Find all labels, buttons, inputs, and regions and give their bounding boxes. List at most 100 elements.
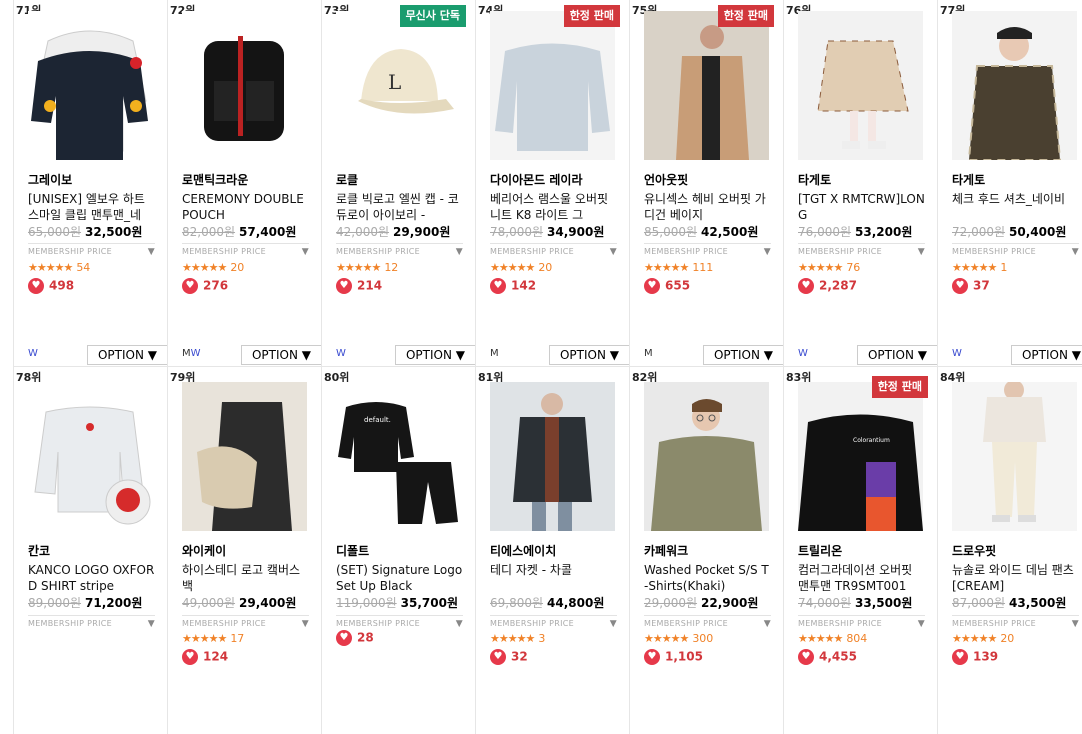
product-name[interactable]: (SET) Signature Logo Set Up Black xyxy=(336,562,463,594)
like-count[interactable]: ♥ 276 xyxy=(182,278,228,294)
product-card[interactable]: 81위 티에스에이치 테디 자켓 - 차콜 69,800원 44,800원 MEM… xyxy=(475,367,629,734)
heart-icon[interactable]: ♥ xyxy=(336,278,352,294)
membership-price-toggle[interactable]: MEMBERSHIP PRICE ▼ xyxy=(798,243,925,257)
product-card[interactable]: 82위 카페워크 Washed Pocket S/S T-Shirts(Khak… xyxy=(629,367,783,734)
like-count[interactable]: ♥ 32 xyxy=(490,649,528,665)
membership-price-toggle[interactable]: MEMBERSHIP PRICE ▼ xyxy=(28,243,155,257)
like-count[interactable]: ♥ 1,105 xyxy=(644,649,703,665)
product-image[interactable] xyxy=(952,11,1077,160)
brand-name[interactable]: 칸코 xyxy=(28,542,50,559)
like-count[interactable]: ♥ 124 xyxy=(182,649,228,665)
membership-price-toggle[interactable]: MEMBERSHIP PRICE ▼ xyxy=(182,615,309,629)
membership-price-toggle[interactable]: MEMBERSHIP PRICE ▼ xyxy=(798,615,925,629)
option-dropdown-button[interactable]: OPTION ▼ xyxy=(87,345,167,365)
like-count[interactable]: ♥ 655 xyxy=(644,278,690,294)
membership-price-toggle[interactable]: MEMBERSHIP PRICE ▼ xyxy=(490,243,617,257)
membership-price-toggle[interactable]: MEMBERSHIP PRICE ▼ xyxy=(952,243,1079,257)
brand-name[interactable]: 와이케이 xyxy=(182,542,226,559)
product-name[interactable]: [UNISEX] 엘보우 하트 스마일 클립 맨투맨_네 xyxy=(28,191,155,223)
brand-name[interactable]: 타게토 xyxy=(952,171,985,188)
product-name[interactable]: 로클 빅로고 엘씬 캡 - 코듀로이 아이보리 - xyxy=(336,191,463,223)
product-card[interactable]: 71위 그레이보 [UNISEX] 엘보우 하트 스마일 클립 맨투맨_네 65… xyxy=(13,0,167,367)
heart-icon[interactable]: ♥ xyxy=(798,649,814,665)
brand-name[interactable]: 그레이보 xyxy=(28,171,72,188)
brand-name[interactable]: 로맨틱크라운 xyxy=(182,171,248,188)
membership-price-toggle[interactable]: MEMBERSHIP PRICE ▼ xyxy=(28,615,155,629)
heart-icon[interactable]: ♥ xyxy=(28,278,44,294)
heart-icon[interactable]: ♥ xyxy=(336,630,352,646)
brand-name[interactable]: 트릴리온 xyxy=(798,542,842,559)
like-count[interactable]: ♥ 498 xyxy=(28,278,74,294)
product-name[interactable]: 뉴솔로 와이드 데님 팬츠 [CREAM] xyxy=(952,562,1079,594)
brand-name[interactable]: 로클 xyxy=(336,171,358,188)
product-card[interactable]: 78위 칸코 KANCO LOGO OXFORD SHIRT stripe 89… xyxy=(13,367,167,734)
heart-icon[interactable]: ♥ xyxy=(182,649,198,665)
product-card[interactable]: 74위 한정 판매 다이아몬드 레이라 베리어스 램스울 오버핏 니트 K8 라… xyxy=(475,0,629,367)
option-dropdown-button[interactable]: OPTION ▼ xyxy=(1011,345,1082,365)
option-dropdown-button[interactable]: OPTION ▼ xyxy=(703,345,783,365)
product-card[interactable]: 79위 와이케이 하이스테디 로고 캨버스 백 49,000원 29,400원 M… xyxy=(167,367,321,734)
product-image[interactable]: default. xyxy=(336,382,461,531)
product-image[interactable] xyxy=(644,382,769,531)
product-card[interactable]: 75위 한정 판매 언아웃핏 유니섹스 헤비 오버핏 가디건 베이지 85,00… xyxy=(629,0,783,367)
brand-name[interactable]: 언아웃핏 xyxy=(644,171,688,188)
membership-price-toggle[interactable]: MEMBERSHIP PRICE ▼ xyxy=(336,243,463,257)
product-image[interactable] xyxy=(952,382,1077,531)
like-count[interactable]: ♥ 4,455 xyxy=(798,649,857,665)
brand-name[interactable]: 티에스에이치 xyxy=(490,542,556,559)
heart-icon[interactable]: ♥ xyxy=(952,278,968,294)
like-count[interactable]: ♥ 28 xyxy=(336,630,374,646)
product-name[interactable]: 컴러그라데이션 오버핏 맨투맨 TR9SMT001 xyxy=(798,562,925,594)
membership-price-toggle[interactable]: MEMBERSHIP PRICE ▼ xyxy=(644,243,771,257)
brand-name[interactable]: 다이아몬드 레이라 xyxy=(490,171,583,188)
heart-icon[interactable]: ♥ xyxy=(952,649,968,665)
product-card[interactable]: 84위 드로우핏 뉴솔로 와이드 데님 팬츠 [CREAM] 87,000원 43… xyxy=(937,367,1082,734)
membership-price-toggle[interactable]: MEMBERSHIP PRICE ▼ xyxy=(952,615,1079,629)
option-dropdown-button[interactable]: OPTION ▼ xyxy=(395,345,475,365)
product-image[interactable]: L xyxy=(336,11,461,160)
product-name[interactable]: 유니섹스 헤비 오버핏 가디건 베이지 xyxy=(644,191,771,223)
product-image[interactable] xyxy=(490,11,615,160)
option-dropdown-button[interactable]: OPTION ▼ xyxy=(857,345,937,365)
product-name[interactable]: 체크 후드 셔츠_네이비 xyxy=(952,191,1079,223)
product-card[interactable]: 72위 로맨틱크라운 CEREMONY DOUBLE POUCH 82,000원… xyxy=(167,0,321,367)
product-card[interactable]: 80위 default. 디폴트 (SET) Signature Logo Se… xyxy=(321,367,475,734)
like-count[interactable]: ♥ 2,287 xyxy=(798,278,857,294)
product-image[interactable]: Colorantium xyxy=(798,382,923,531)
membership-price-toggle[interactable]: MEMBERSHIP PRICE ▼ xyxy=(644,615,771,629)
product-image[interactable] xyxy=(644,11,769,160)
option-dropdown-button[interactable]: OPTION ▼ xyxy=(549,345,629,365)
brand-name[interactable]: 드로우핏 xyxy=(952,542,996,559)
product-name[interactable]: 하이스테디 로고 캨버스 백 xyxy=(182,562,309,594)
like-count[interactable]: ♥ 142 xyxy=(490,278,536,294)
heart-icon[interactable]: ♥ xyxy=(490,278,506,294)
heart-icon[interactable]: ♥ xyxy=(182,278,198,294)
heart-icon[interactable]: ♥ xyxy=(644,649,660,665)
product-image[interactable] xyxy=(182,382,307,531)
product-card[interactable]: 77위 타게토 체크 후드 셔츠_네이비 72,000원50,400원 MEMB… xyxy=(937,0,1082,367)
product-image[interactable] xyxy=(490,382,615,531)
membership-price-toggle[interactable]: MEMBERSHIP PRICE ▼ xyxy=(336,615,463,629)
heart-icon[interactable]: ♥ xyxy=(644,278,660,294)
membership-price-toggle[interactable]: MEMBERSHIP PRICE ▼ xyxy=(490,615,617,629)
product-name[interactable]: 테디 자켓 - 차콜 xyxy=(490,562,617,594)
product-card[interactable]: 83위 Colorantium 한정 판매 트릴리온 컴러그라데이션 오버핏 맨… xyxy=(783,367,937,734)
product-card[interactable]: 76위 타게토 [TGT X RMTCRW]LONG 76,000원53,200… xyxy=(783,0,937,367)
product-name[interactable]: 베리어스 램스울 오버핏 니트 K8 라이트 그 xyxy=(490,191,617,223)
like-count[interactable]: ♥ 37 xyxy=(952,278,990,294)
heart-icon[interactable]: ♥ xyxy=(490,649,506,665)
product-image[interactable] xyxy=(28,11,153,160)
product-name[interactable]: Washed Pocket S/S T-Shirts(Khaki) xyxy=(644,562,771,594)
product-card[interactable]: 73위 L 무신사 단독 로클 로클 빅로고 엘씬 캡 - 코듀로이 아이보리 … xyxy=(321,0,475,367)
product-image[interactable] xyxy=(798,11,923,160)
like-count[interactable]: ♥ 139 xyxy=(952,649,998,665)
brand-name[interactable]: 타게토 xyxy=(798,171,831,188)
product-name[interactable]: CEREMONY DOUBLE POUCH xyxy=(182,191,309,223)
product-image[interactable] xyxy=(182,11,307,160)
like-count[interactable]: ♥ 214 xyxy=(336,278,382,294)
membership-price-toggle[interactable]: MEMBERSHIP PRICE ▼ xyxy=(182,243,309,257)
product-image[interactable] xyxy=(28,382,153,531)
product-name[interactable]: KANCO LOGO OXFORD SHIRT stripe xyxy=(28,562,155,594)
brand-name[interactable]: 카페워크 xyxy=(644,542,688,559)
brand-name[interactable]: 디폴트 xyxy=(336,542,369,559)
